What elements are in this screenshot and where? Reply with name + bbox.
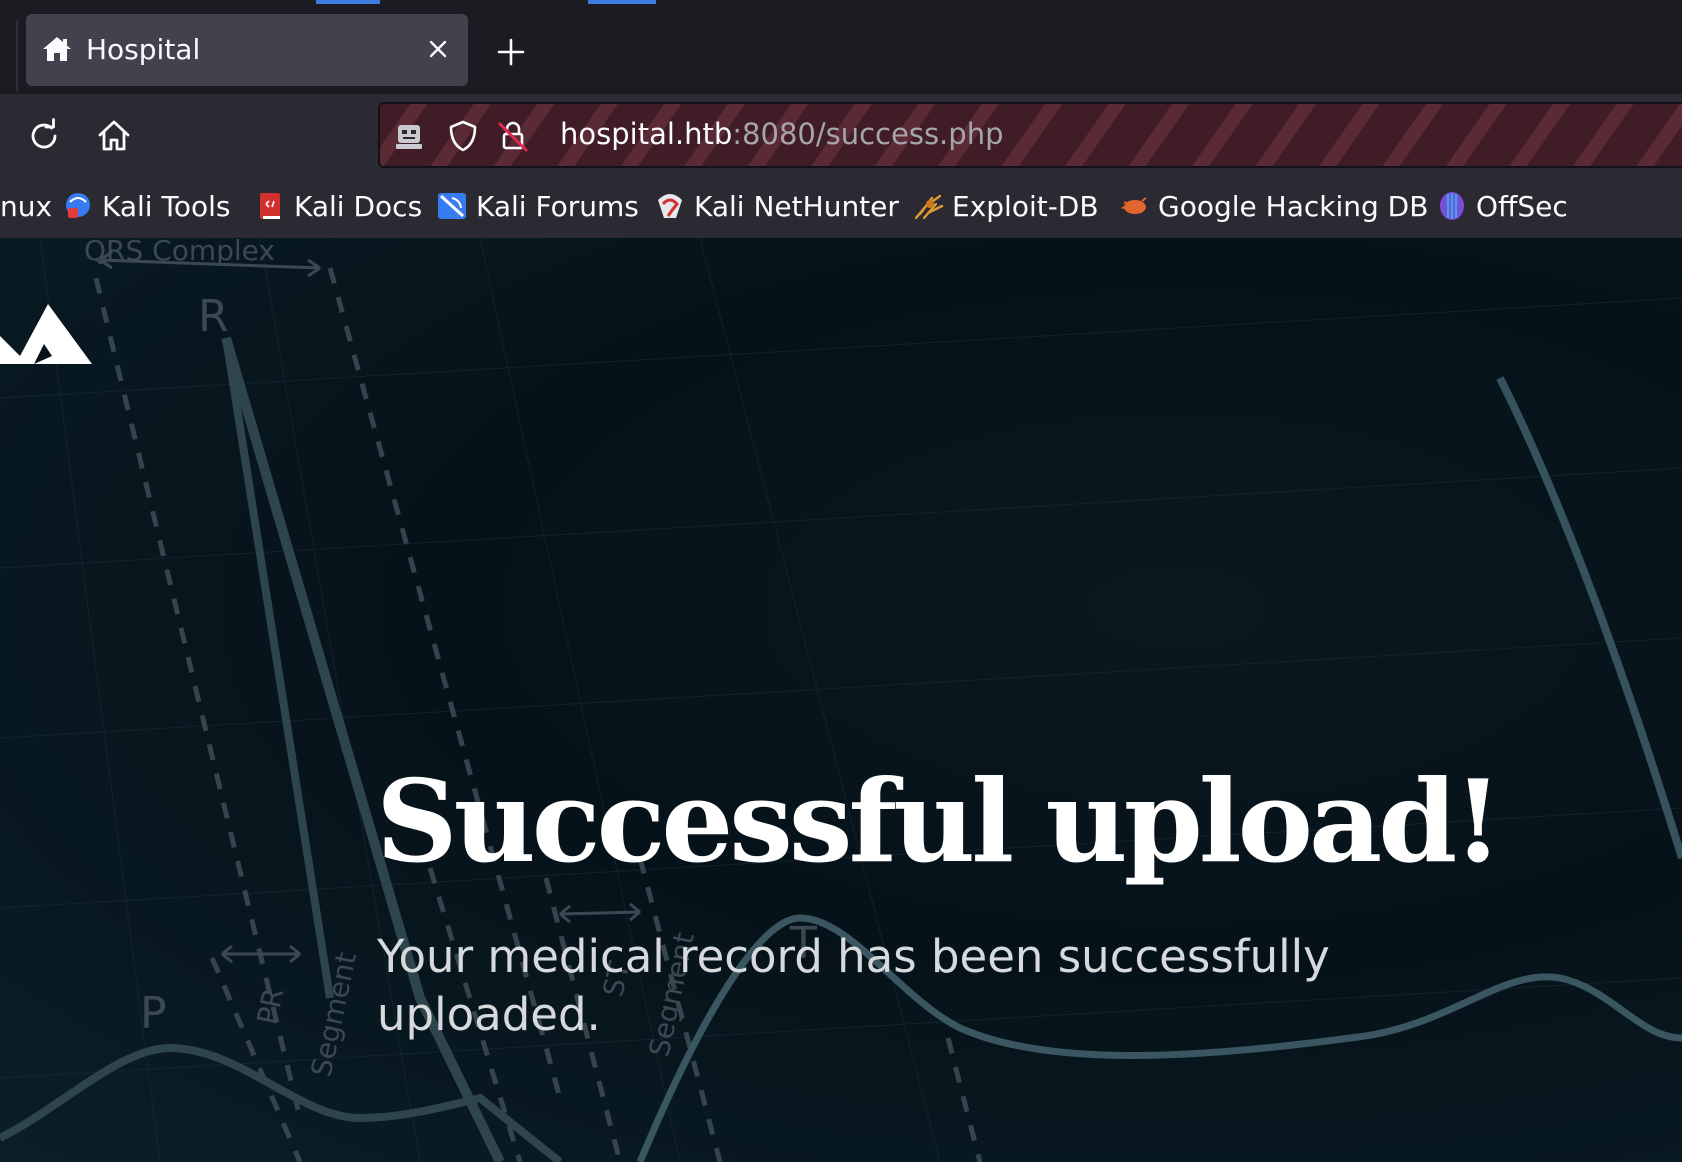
tab-title: Hospital [86,33,201,66]
bookmark-label: Kali Docs [294,189,423,223]
exploit-db-icon [914,194,944,220]
bookmark-offsec[interactable]: OffSec [1436,188,1568,224]
tab-separator [16,20,18,92]
bookmark-item[interactable]: nux [0,188,52,224]
bookmark-google-hacking-db[interactable]: Google Hacking DB [1118,188,1428,224]
page-viewport: QRS Complex R P T PR Segment ST Segment … [0,238,1682,1162]
page-title: Successful upload! [376,755,1503,888]
workspace-indicator [316,0,380,4]
upload-message: Your medical record has been successfull… [377,930,1330,1041]
new-tab-button[interactable] [493,34,529,70]
insecure-lock-icon[interactable] [496,119,530,153]
r-wave-label: R [198,291,229,342]
mountain-logo-icon[interactable] [0,300,94,364]
bookmark-label: Exploit-DB [952,189,1099,223]
bookmark-label: Kali Tools [102,189,231,223]
bookmark-kali-nethunter[interactable]: Kali NetHunter [654,188,899,224]
bookmark-label: OffSec [1476,189,1568,223]
address-bar[interactable]: hospital.htb:8080/success.php [378,102,1682,168]
bookmarks-toolbar: nux Kali Tools Kali Docs Kali Forums Kal… [0,176,1682,238]
home-icon [43,37,71,61]
shield-icon[interactable] [446,119,480,153]
tab-bar: Hospital [0,10,1682,94]
bookmark-kali-tools[interactable]: Kali Tools [62,188,230,224]
navigation-toolbar: hospital.htb:8080/success.php [0,94,1682,176]
bookmark-exploit-db[interactable]: Exploit-DB [912,188,1099,224]
close-icon[interactable] [424,35,452,63]
kali-nethunter-icon [658,194,682,218]
window-top-strip [0,0,1682,10]
bookmark-label: Google Hacking DB [1158,189,1429,223]
home-button-icon[interactable] [94,116,134,156]
bookmark-kali-docs[interactable]: Kali Docs [254,188,422,224]
p-wave-label: P [140,988,167,1039]
kali-forums-icon [438,193,466,219]
url-path: :8080/success.php [732,117,1004,151]
reload-icon[interactable] [24,116,64,156]
pr-label: PR [251,985,291,1027]
bookmark-label: nux [0,189,53,223]
robot-icon[interactable] [392,119,426,153]
offsec-icon [1440,192,1464,220]
url-text[interactable]: hospital.htb:8080/success.php [560,117,1003,151]
qrs-label: QRS Complex [84,238,275,267]
pr-segment-label: Segment [305,949,363,1079]
workspace-indicator [588,0,656,4]
ghdb-icon [1121,197,1147,214]
bookmark-kali-forums[interactable]: Kali Forums [436,188,639,224]
kali-docs-icon [260,193,280,219]
url-host: hospital.htb [560,117,733,151]
kali-tools-icon [66,193,90,218]
tab-hospital[interactable]: Hospital [26,14,468,86]
bookmark-label: Kali Forums [476,189,639,223]
bookmark-label: Kali NetHunter [694,189,899,223]
